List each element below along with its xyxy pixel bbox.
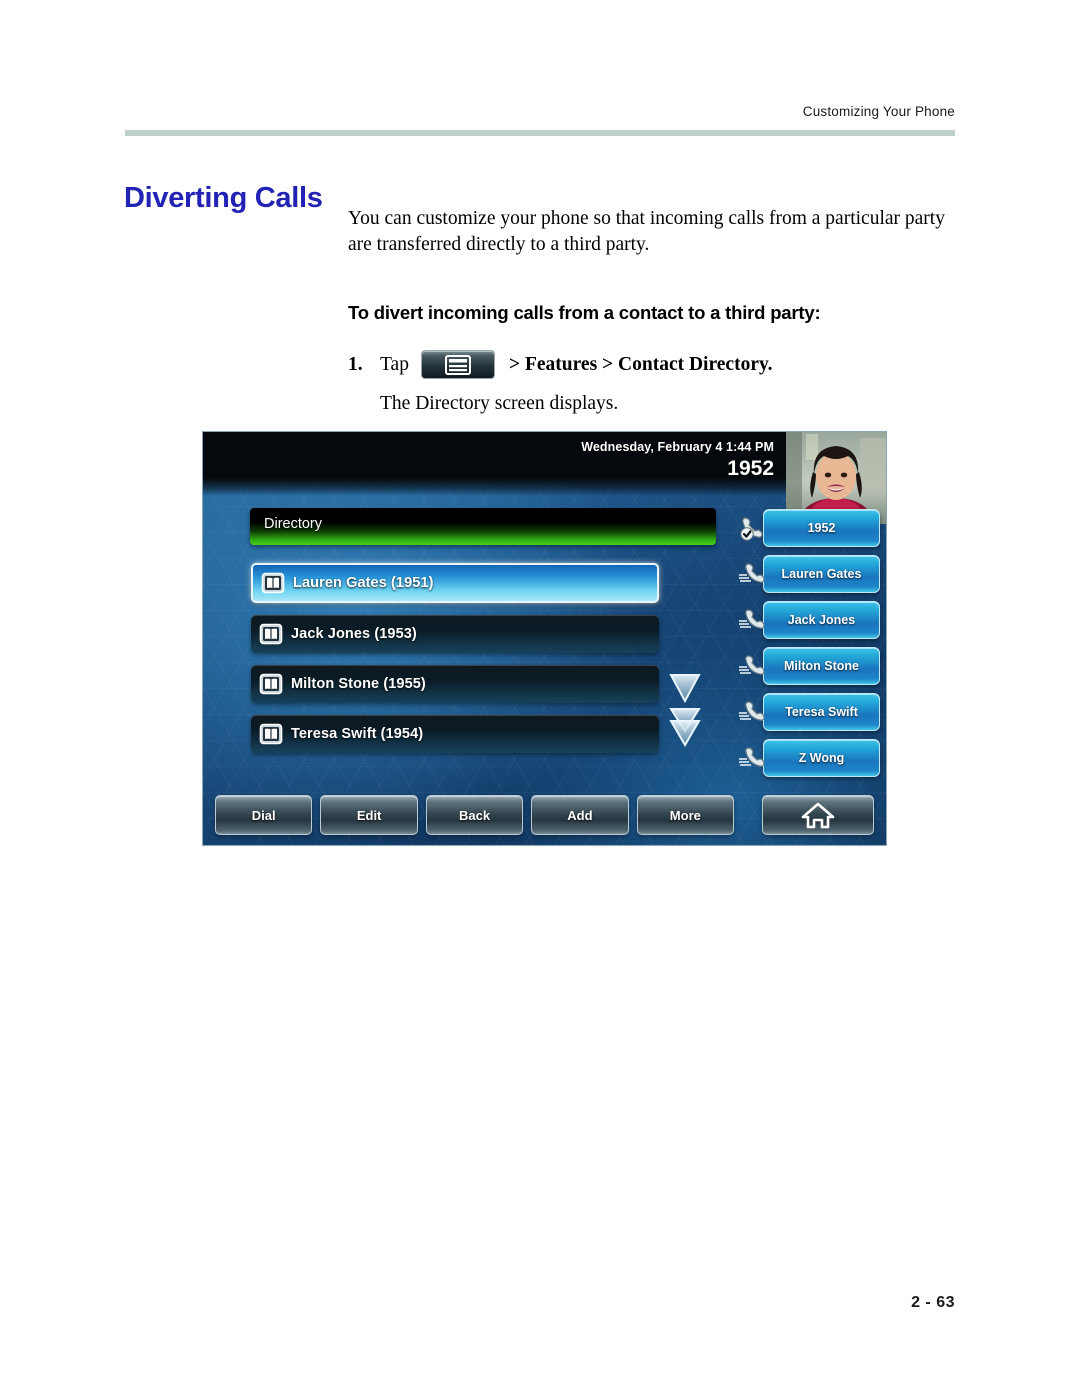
list-item-label: Milton Stone (1955) <box>291 676 426 692</box>
line-key-button[interactable]: Jack Jones <box>763 601 880 639</box>
list-item-label: Teresa Swift (1954) <box>291 726 424 742</box>
list-item[interactable]: Milton Stone (1955) <box>251 665 659 703</box>
line-key-label: Teresa Swift <box>785 705 858 719</box>
page-title: Diverting Calls <box>124 182 323 215</box>
phone-status-bar: Wednesday, February 4 1:44 PM 1952 <box>203 432 786 496</box>
line-key-button[interactable]: Z Wong <box>763 739 880 777</box>
directory-title-bar: Directory <box>250 508 716 545</box>
line-key-2[interactable]: Lauren Gates <box>737 555 880 593</box>
handset-icon <box>737 743 767 773</box>
handset-registered-icon <box>737 513 767 543</box>
intro-paragraph: You can customize your phone so that inc… <box>348 208 945 255</box>
line-key-label: Jack Jones <box>787 613 856 627</box>
list-item-label: Lauren Gates (1951) <box>293 575 434 591</box>
step-tail-text: > Features > Contact Directory. <box>508 353 773 375</box>
softkey-label: Back <box>458 807 491 823</box>
softkey-dial[interactable]: Dial <box>215 795 313 835</box>
list-item[interactable]: Jack Jones (1953) <box>251 615 659 653</box>
step-number: 1. <box>348 353 363 375</box>
handset-icon <box>737 559 767 589</box>
home-button[interactable] <box>762 795 875 835</box>
step-lead-word: Tap <box>380 353 409 375</box>
line-key-4[interactable]: Milton Stone <box>737 647 880 685</box>
line-key-label: Lauren Gates <box>781 567 862 581</box>
line-key-button[interactable]: Milton Stone <box>763 647 880 685</box>
softkey-back[interactable]: Back <box>425 795 524 835</box>
line-key-column: 1952 Lauren Gates Jack Jones Milton Ston… <box>737 509 880 786</box>
step-result-text: The Directory screen displays. <box>380 393 619 414</box>
status-extension: 1952 <box>727 457 774 480</box>
scroll-indicators <box>665 669 705 749</box>
contact-book-icon <box>261 571 285 595</box>
menu-window-icon <box>420 350 495 379</box>
line-key-button[interactable]: Teresa Swift <box>763 693 880 731</box>
contact-book-icon <box>259 722 283 746</box>
directory-title: Directory <box>264 516 323 532</box>
softkey-edit[interactable]: Edit <box>320 795 418 835</box>
softkey-more[interactable]: More <box>636 795 735 835</box>
line-key-1[interactable]: 1952 <box>737 509 880 547</box>
procedure-subheading: To divert incoming calls from a contact … <box>348 302 821 323</box>
handset-icon <box>737 605 767 635</box>
list-item-label: Jack Jones (1953) <box>291 626 417 642</box>
softkey-label: Dial <box>251 807 276 823</box>
contact-list: Lauren Gates (1951) Jack Jones (1953) Mi… <box>251 563 659 765</box>
header-divider <box>125 130 955 136</box>
line-key-6[interactable]: Z Wong <box>737 739 880 777</box>
line-key-label: 1952 <box>807 521 836 535</box>
handset-icon <box>737 651 767 681</box>
line-key-3[interactable]: Jack Jones <box>737 601 880 639</box>
step-1: 1. Tap > Features > Contact Directory. <box>348 324 958 379</box>
soft-key-bar: Dial Edit Back Add More <box>215 795 875 835</box>
running-header: Customizing Your Phone <box>802 104 955 119</box>
line-key-5[interactable]: Teresa Swift <box>737 693 880 731</box>
line-key-label: Z Wong <box>798 751 845 765</box>
status-datetime: Wednesday, February 4 1:44 PM <box>581 440 774 454</box>
line-key-button[interactable]: Lauren Gates <box>763 555 880 593</box>
contact-book-icon <box>259 672 283 696</box>
line-key-label: Milton Stone <box>784 659 859 673</box>
softkey-label: Add <box>567 807 593 823</box>
softkey-label: More <box>669 807 701 823</box>
phone-screen-figure: Wednesday, February 4 1:44 PM 1952 Direc… <box>203 432 886 845</box>
line-key-button[interactable]: 1952 <box>763 509 880 547</box>
scroll-page-down-icon <box>669 708 701 747</box>
softkey-label: Edit <box>356 807 382 823</box>
home-icon <box>801 801 835 829</box>
list-item[interactable]: Teresa Swift (1954) <box>251 715 659 753</box>
contact-book-icon <box>259 622 283 646</box>
handset-icon <box>737 697 767 727</box>
softkey-add[interactable]: Add <box>531 795 629 835</box>
scroll-down-icon <box>669 674 701 704</box>
page-number: 2 - 63 <box>911 1294 955 1311</box>
body-column: You can customize your phone so that inc… <box>348 206 958 415</box>
list-item[interactable]: Lauren Gates (1951) <box>251 563 659 603</box>
